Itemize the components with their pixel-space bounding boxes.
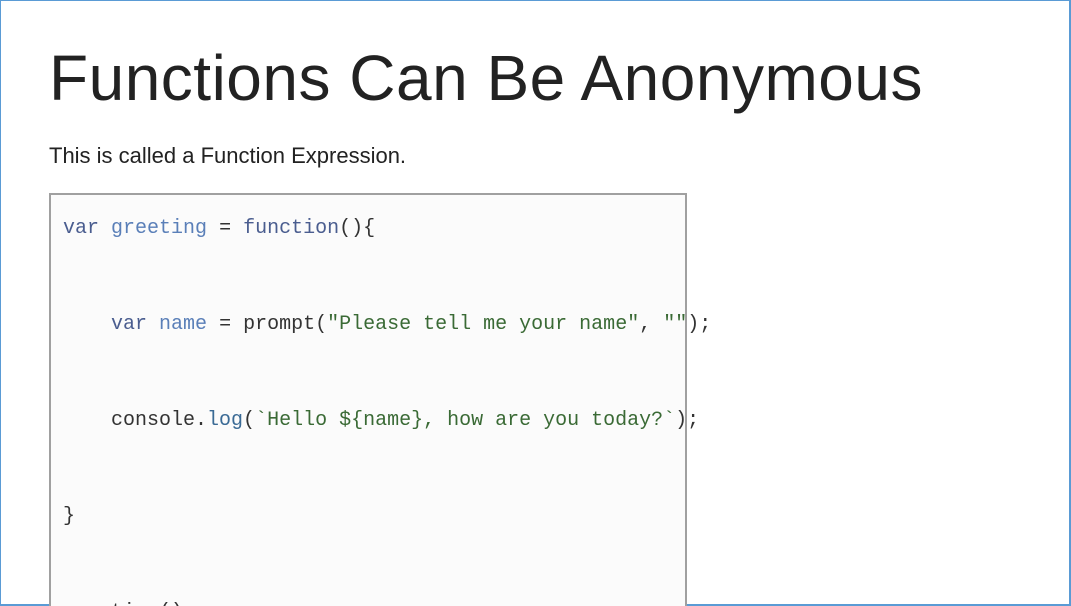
code-token: greeting bbox=[111, 217, 207, 240]
code-token: (){ bbox=[339, 217, 375, 240]
code-token: name bbox=[159, 313, 207, 336]
code-token: ( bbox=[243, 409, 255, 432]
slide-title: Functions Can Be Anonymous bbox=[49, 41, 1021, 115]
code-token: log bbox=[207, 409, 243, 432]
code-token: } bbox=[63, 505, 75, 528]
code-token: greeting bbox=[63, 601, 159, 606]
code-token: (); bbox=[159, 601, 195, 606]
code-token: var bbox=[111, 313, 147, 336]
code-token: "" bbox=[663, 313, 687, 336]
code-token: ); bbox=[675, 409, 699, 432]
code-token: , how are you today?` bbox=[423, 409, 675, 432]
slide-subtitle: This is called a Function Expression. bbox=[49, 143, 1021, 169]
code-block: var greeting = function(){ var name = pr… bbox=[49, 193, 687, 606]
code-token: `Hello bbox=[255, 409, 339, 432]
code-token: = bbox=[219, 217, 231, 240]
slide-frame: Functions Can Be Anonymous This is calle… bbox=[0, 0, 1071, 606]
code-token: prompt bbox=[243, 313, 315, 336]
code-token: "Please tell me your name" bbox=[327, 313, 639, 336]
code-token: function bbox=[243, 217, 339, 240]
code-token: = bbox=[219, 313, 231, 336]
code-token: , bbox=[639, 313, 663, 336]
code-token: ( bbox=[315, 313, 327, 336]
code-token: ); bbox=[687, 313, 711, 336]
code-token: var bbox=[63, 217, 99, 240]
code-token: ${name} bbox=[339, 409, 423, 432]
